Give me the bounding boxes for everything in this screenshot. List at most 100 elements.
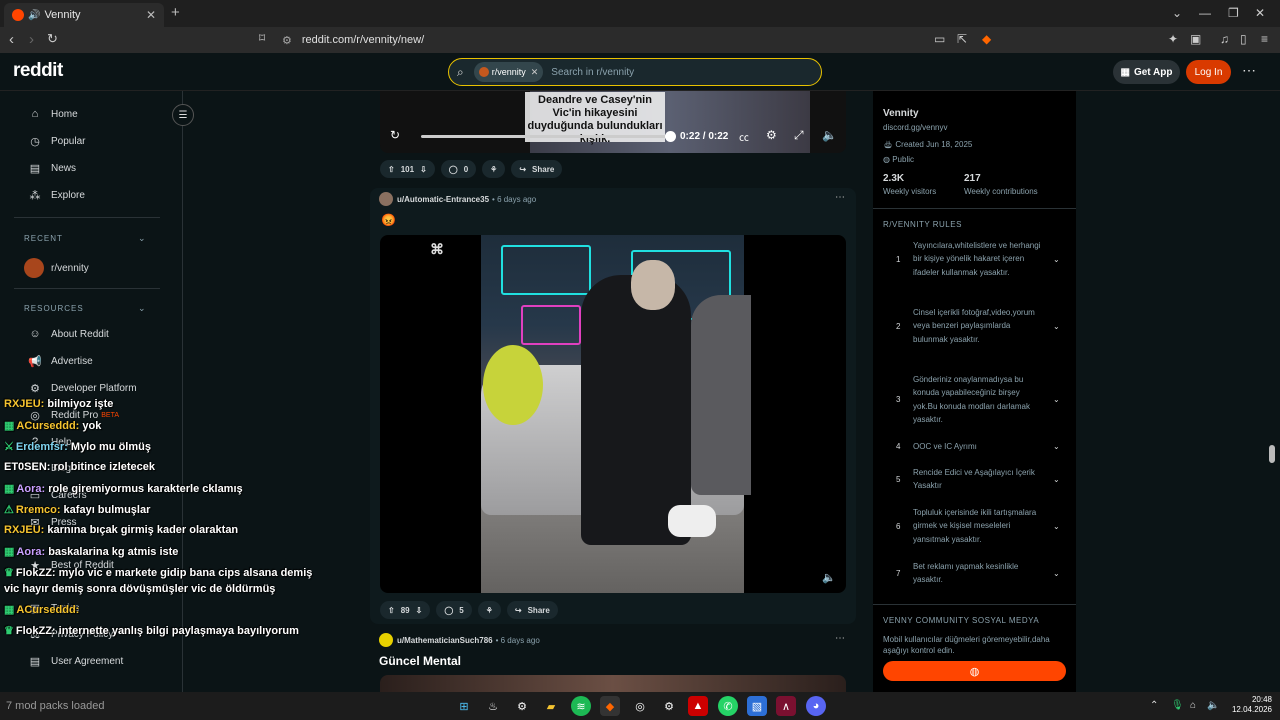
award-button[interactable]: ⚘ xyxy=(482,160,506,178)
search-bar[interactable]: ⌕ r/vennity ✕ Search in r/vennity xyxy=(448,58,822,86)
chevron-down-icon[interactable]: ⌄ xyxy=(1053,322,1060,331)
steam-icon[interactable]: ♨ xyxy=(483,696,503,716)
tab-list-icon[interactable]: ⌄ xyxy=(1172,6,1182,20)
post-media[interactable] xyxy=(380,675,846,692)
brave-shield-icon[interactable]: ◆ xyxy=(982,32,991,46)
get-app-button[interactable]: ▦ Get App xyxy=(1113,60,1180,84)
system-clock[interactable]: 20:48 12.04.2026 xyxy=(1228,695,1272,715)
scrollbar-thumb[interactable] xyxy=(1269,445,1275,463)
chevron-down-icon[interactable]: ⌄ xyxy=(138,233,146,244)
volume-icon[interactable]: 🔈 xyxy=(822,128,837,142)
post-title[interactable]: Güncel Mental xyxy=(379,654,461,668)
upvote-icon[interactable]: ⇧ xyxy=(388,606,395,615)
sidebar-item-popular[interactable]: ◷ Popular xyxy=(28,135,85,148)
post-author[interactable]: u/MathematicianSuch786 xyxy=(397,636,493,645)
rule-item[interactable]: 3 Gönderiniz onaylanmadıysa bu konuda yap… xyxy=(883,373,1066,427)
social-link-button[interactable]: ◍ xyxy=(883,661,1066,681)
network-icon[interactable]: ⌂ xyxy=(1190,700,1196,711)
rule-item[interactable]: 7 Bet reklamı yapmak kesinlikle yasaktır.… xyxy=(883,560,1066,587)
start-icon[interactable]: ⊞ xyxy=(454,696,474,716)
post-author[interactable]: u/Automatic-Entrance35 xyxy=(397,195,489,204)
award-button[interactable]: ⚘ xyxy=(477,601,501,619)
volume-tray-icon[interactable]: 🔈 xyxy=(1207,700,1219,711)
volume-icon[interactable]: 🔈 xyxy=(822,571,836,584)
video-player-2[interactable]: ⌘ 🔈 xyxy=(380,235,846,593)
app-icon[interactable]: ▲ xyxy=(688,696,708,716)
video-progress-knob[interactable] xyxy=(665,131,676,142)
maximize-icon[interactable]: ❐ xyxy=(1228,6,1239,20)
rule-item[interactable]: 1 Yayıncılara,whitelistlere ve herhangi b… xyxy=(883,239,1066,279)
share-button[interactable]: ↪ Share xyxy=(511,160,563,178)
chip-close-icon[interactable]: ✕ xyxy=(531,67,539,78)
fullscreen-icon[interactable]: ⤢ xyxy=(794,128,804,143)
chevron-down-icon[interactable]: ⌄ xyxy=(1053,395,1060,404)
minimize-icon[interactable]: — xyxy=(1199,6,1211,20)
microphone-icon[interactable]: 🎙︎ xyxy=(1171,700,1184,711)
sidebar-item-news[interactable]: ▤ News xyxy=(28,162,76,175)
file-explorer-icon[interactable]: ▰ xyxy=(541,696,561,716)
replay-icon[interactable]: ↻ xyxy=(390,128,400,142)
sidebar-item-vennity[interactable]: r/vennity xyxy=(24,258,89,278)
close-window-icon[interactable]: ✕ xyxy=(1255,6,1265,20)
community-chip[interactable]: r/vennity ✕ xyxy=(473,62,544,82)
media-icon[interactable]: ♫ xyxy=(1220,32,1229,46)
speaker-icon[interactable]: 🔊 xyxy=(28,10,40,21)
steam-tray-icon[interactable]: ⚙ xyxy=(659,696,679,716)
affinity-icon[interactable]: ∧ xyxy=(776,696,796,716)
share-button[interactable]: ↪ Share xyxy=(506,601,558,619)
wallet-icon[interactable]: ▣ xyxy=(1190,32,1201,46)
user-avatar[interactable] xyxy=(379,192,393,206)
chevron-down-icon[interactable]: ⌄ xyxy=(1053,569,1060,578)
comments-button[interactable]: ◯ 5 xyxy=(436,601,472,619)
downvote-icon[interactable]: ⇩ xyxy=(420,165,427,174)
login-button[interactable]: Log In xyxy=(1186,60,1231,84)
collapse-sidebar-icon[interactable]: ☰ xyxy=(172,104,194,126)
back-icon[interactable]: ‹ xyxy=(9,31,14,48)
sidebar-item-home[interactable]: ⌂ Home xyxy=(28,108,78,120)
chevron-down-icon[interactable]: ⌄ xyxy=(1053,522,1060,531)
upvote-icon[interactable]: ⇧ xyxy=(388,165,395,174)
new-tab-icon[interactable]: + xyxy=(171,4,180,21)
sidebar-item-explore[interactable]: ⁂ Explore xyxy=(28,189,85,202)
rule-item[interactable]: 4 OOC ve IC Ayrımı ⌄ xyxy=(883,440,1066,453)
tray-chevron-icon[interactable]: ⌃ xyxy=(1150,700,1158,711)
video-player-1[interactable]: Deandre ve Casey'nin Vic'in hikayesini d… xyxy=(380,91,846,153)
photos-icon[interactable]: ▧ xyxy=(747,696,767,716)
sidebar-item-about[interactable]: ☺ About Reddit xyxy=(28,328,108,340)
captions-icon[interactable]: ㏄ xyxy=(739,129,749,144)
extensions-icon[interactable]: ✦ xyxy=(1168,32,1178,46)
sidebar-item-developer[interactable]: ⚙ Developer Platform xyxy=(28,382,137,395)
sidebar-toggle-icon[interactable]: ▯ xyxy=(1240,32,1247,46)
whatsapp-icon[interactable]: ✆ xyxy=(718,696,738,716)
obs-icon[interactable]: ◎ xyxy=(630,696,650,716)
menu-icon[interactable]: ≡ xyxy=(1261,32,1268,46)
share-page-icon[interactable]: ⇱ xyxy=(957,32,967,46)
post-options-icon[interactable]: ⋯ xyxy=(835,192,845,203)
chevron-down-icon[interactable]: ⌄ xyxy=(1053,255,1060,264)
url-field[interactable]: ⚙ reddit.com/r/vennity/new/ xyxy=(282,29,982,51)
more-options-icon[interactable]: ⋯ xyxy=(1242,62,1256,79)
chevron-down-icon[interactable]: ⌄ xyxy=(1053,442,1060,451)
chevron-down-icon[interactable]: ⌄ xyxy=(138,303,146,314)
rule-item[interactable]: 5 Rencide Edici ve Aşağılayıcı İçerik Yas… xyxy=(883,466,1066,493)
community-link[interactable]: discord.gg/vennyv xyxy=(883,123,947,132)
close-tab-icon[interactable]: ✕ xyxy=(146,8,156,22)
settings-app-icon[interactable]: ⚙ xyxy=(512,696,532,716)
video-progress-bar[interactable] xyxy=(421,135,671,138)
brave-icon[interactable]: ◆ xyxy=(600,696,620,716)
sidebar-item-agreement[interactable]: ▤ User Agreement xyxy=(28,655,123,668)
reload-icon[interactable]: ↻ xyxy=(47,31,58,47)
settings-icon[interactable]: ⚙ xyxy=(766,128,777,142)
post-options-icon[interactable]: ⋯ xyxy=(835,633,845,644)
search-placeholder[interactable]: Search in r/vennity xyxy=(551,67,634,78)
cast-icon[interactable]: ▭ xyxy=(934,32,945,46)
reddit-logo[interactable]: reddit xyxy=(13,60,63,82)
bookmark-icon[interactable]: ⌑ xyxy=(259,31,265,45)
comments-button[interactable]: ◯ 0 xyxy=(440,160,477,178)
spotify-icon[interactable]: ≋ xyxy=(571,696,591,716)
site-info-icon[interactable]: ⚙ xyxy=(282,34,292,47)
user-avatar[interactable] xyxy=(379,633,393,647)
rule-item[interactable]: 6 Topluluk içerisinde ikili tartışmalara … xyxy=(883,506,1066,546)
chevron-down-icon[interactable]: ⌄ xyxy=(1053,475,1060,484)
downvote-icon[interactable]: ⇩ xyxy=(416,606,423,615)
